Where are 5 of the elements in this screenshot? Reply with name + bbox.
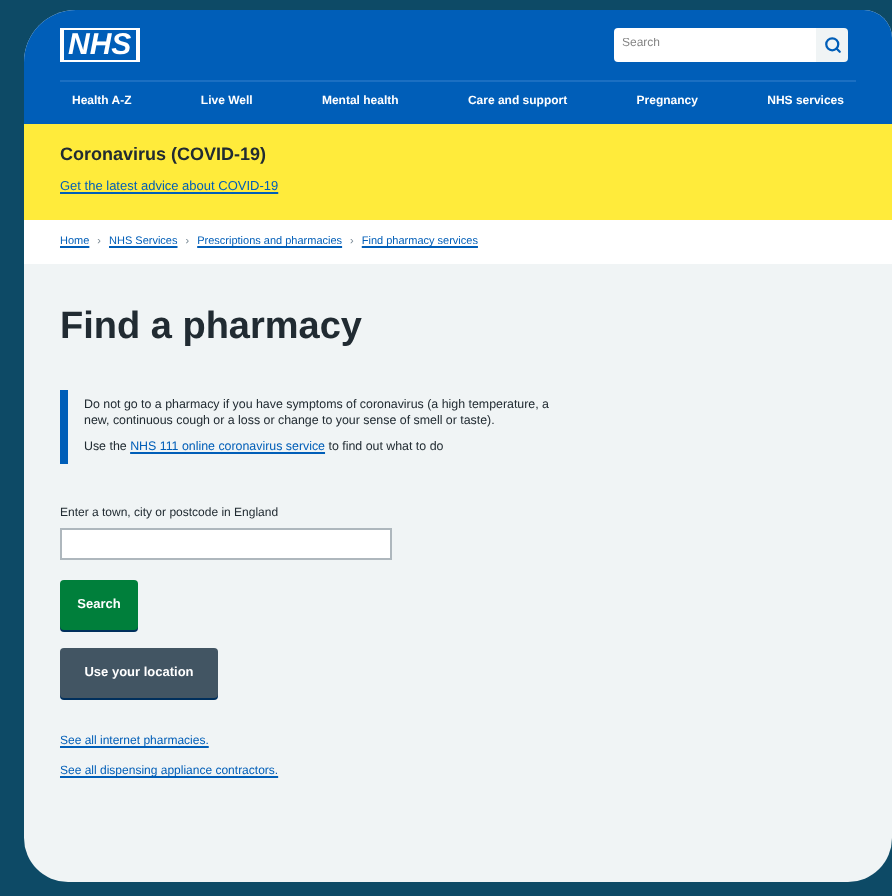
search-icon[interactable] bbox=[816, 28, 848, 62]
location-field[interactable] bbox=[60, 528, 392, 560]
alert-title: Coronavirus (COVID-19) bbox=[60, 142, 269, 168]
page-heading: Find a pharmacy bbox=[60, 306, 362, 350]
nhs-logo[interactable]: NHS bbox=[60, 28, 140, 62]
